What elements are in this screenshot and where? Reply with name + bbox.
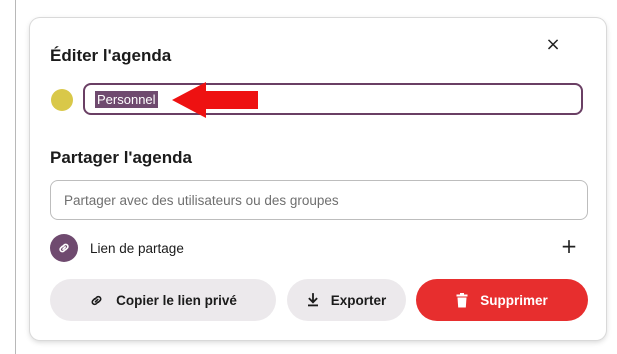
download-icon (307, 293, 319, 307)
window-edge-divider (15, 0, 16, 354)
link-avatar (50, 234, 78, 262)
delete-button[interactable]: Supprimer (416, 279, 588, 321)
share-with-users-input[interactable]: Partager avec des utilisateurs ou des gr… (50, 180, 588, 220)
red-arrow-annotation (172, 82, 258, 118)
add-share-link-button[interactable]: + (559, 236, 579, 256)
close-button[interactable]: × (544, 36, 562, 54)
calendar-name-input[interactable]: Personnel (83, 83, 583, 115)
export-label: Exporter (330, 292, 387, 308)
calendar-color-picker[interactable] (51, 89, 73, 111)
share-calendar-title: Partager l'agenda (50, 148, 192, 167)
link-icon (59, 243, 69, 253)
share-link-row: Lien de partage + (50, 232, 588, 262)
edit-calendar-title: Éditer l'agenda (50, 46, 172, 65)
share-link-label: Lien de partage (90, 241, 184, 256)
delete-label: Supprimer (480, 292, 548, 308)
export-button[interactable]: Exporter (287, 279, 406, 321)
copy-private-link-button[interactable]: Copier le lien privé (50, 279, 276, 321)
copy-private-link-label: Copier le lien privé (116, 292, 237, 308)
calendar-name-value: Personnel (95, 91, 158, 108)
link-icon (89, 293, 104, 308)
trash-icon (456, 292, 468, 308)
screenshot-page: × Éditer l'agenda Personnel Partager l'a… (0, 0, 617, 354)
share-input-placeholder: Partager avec des utilisateurs ou des gr… (64, 193, 339, 208)
red-arrow-shape (172, 82, 258, 118)
